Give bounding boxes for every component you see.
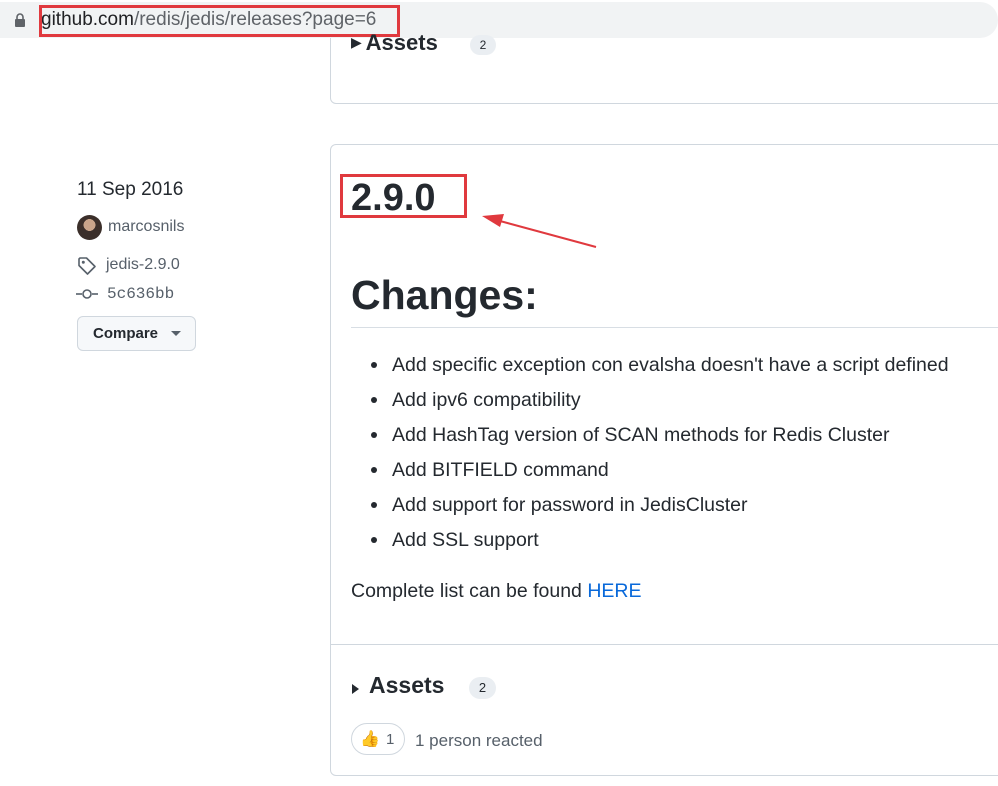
reaction-button[interactable]: 👍 1 (351, 723, 405, 755)
compare-label: Compare (93, 325, 159, 342)
caret-down-icon (171, 331, 181, 336)
previous-assets-count: 2 (470, 35, 496, 55)
previous-assets-toggle[interactable]: ▶ Assets (351, 30, 438, 56)
list-item: Add ipv6 compatibility (369, 387, 949, 422)
list-item: Add HashTag version of SCAN methods for … (369, 422, 949, 457)
complete-list-text: Complete list can be found HERE (351, 578, 642, 604)
expand-triangle-icon[interactable] (352, 684, 359, 694)
commit-icon (76, 289, 98, 299)
list-item: Add specific exception con evalsha doesn… (369, 352, 949, 387)
complete-list-link[interactable]: HERE (587, 580, 641, 602)
reaction-summary: 1 person reacted (415, 731, 543, 750)
assets-toggle[interactable]: Assets (369, 672, 444, 699)
changes-heading: Changes: (351, 272, 538, 318)
thumbs-up-icon: 👍 (360, 731, 380, 748)
commit-link[interactable]: 5c636bb (107, 285, 174, 303)
list-item: Add support for password in JedisCluster (369, 492, 949, 527)
assets-count-badge: 2 (469, 677, 496, 699)
changes-list: Add specific exception con evalsha doesn… (369, 352, 949, 562)
complete-list-label: Complete list can be found (351, 580, 588, 602)
compare-button[interactable]: Compare (77, 316, 196, 351)
heading-divider (351, 327, 998, 328)
reaction-count: 1 (386, 731, 395, 748)
tag-link[interactable]: jedis-2.9.0 (106, 256, 180, 274)
arrow-annotation (482, 214, 597, 248)
author-link[interactable]: marcosnils (108, 218, 184, 236)
url-highlight-box (39, 5, 400, 37)
previous-assets-label: Assets (365, 30, 438, 55)
avatar[interactable] (77, 215, 102, 240)
assets-divider (331, 644, 998, 645)
release-date: 11 Sep 2016 (77, 179, 184, 200)
version-highlight-box (340, 174, 467, 218)
browser-address-bar: github.com/redis/jedis/releases?page=6 (0, 0, 998, 40)
list-item: Add BITFIELD command (369, 457, 949, 492)
list-item: Add SSL support (369, 527, 949, 562)
tag-icon (78, 257, 96, 275)
lock-icon[interactable] (14, 13, 26, 27)
